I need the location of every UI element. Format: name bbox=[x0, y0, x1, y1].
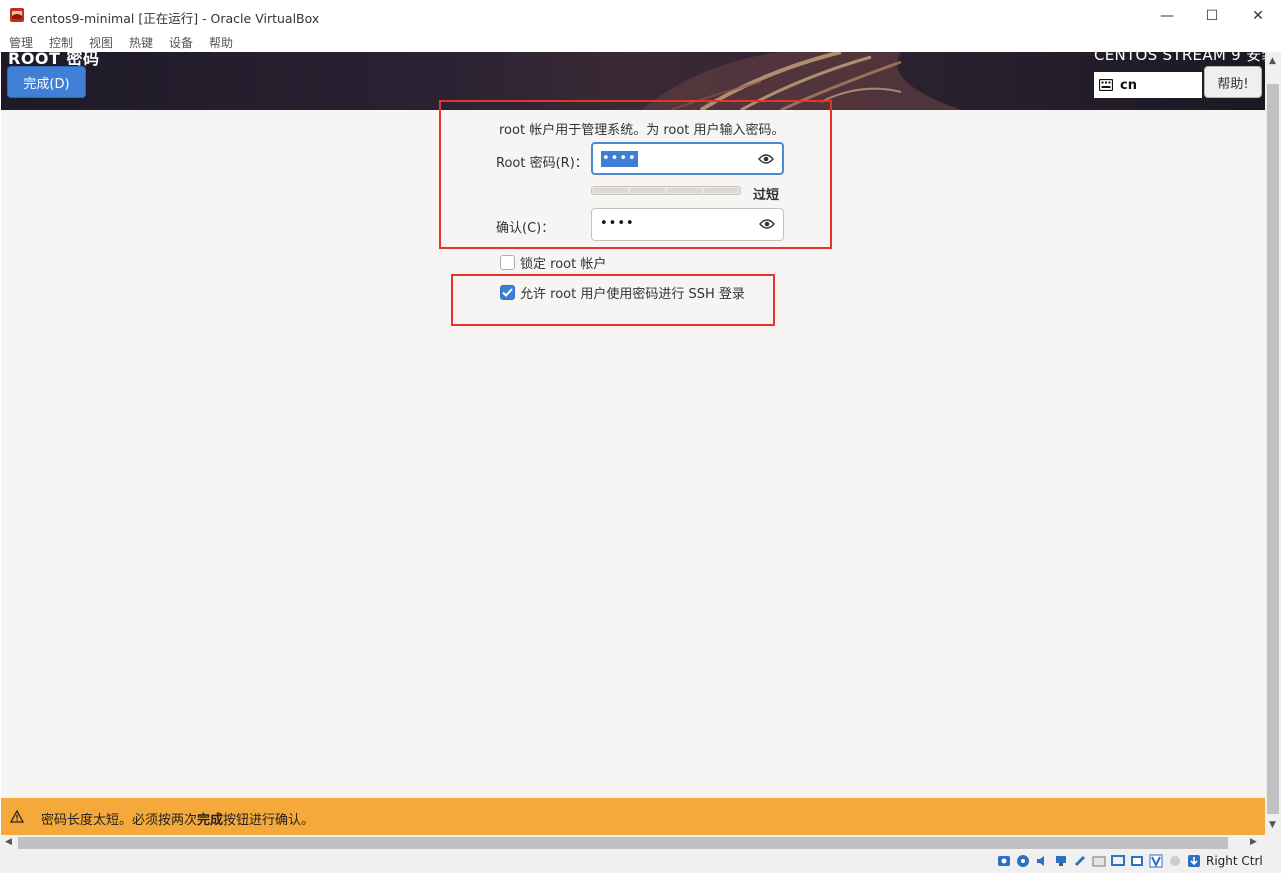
mouse-integration-icon[interactable] bbox=[1168, 854, 1182, 868]
menu-item-view[interactable]: 视图 bbox=[89, 34, 113, 51]
done-button[interactable]: 完成(D) bbox=[7, 66, 86, 98]
warning-text-bold: 完成 bbox=[197, 813, 224, 828]
help-button[interactable]: 帮助! bbox=[1204, 66, 1262, 98]
menu-item-control[interactable]: 控制 bbox=[49, 34, 73, 51]
guest-screen[interactable]: ROOT 密码 完成(D) CENTOS STREAM 9 安装 cn 帮助! … bbox=[1, 52, 1265, 835]
warning-bar: 密码长度太短。必须按两次完成按钮进行确认。 bbox=[1, 798, 1265, 835]
menu-item-help[interactable]: 帮助 bbox=[209, 34, 233, 51]
close-button[interactable]: ✕ bbox=[1235, 0, 1281, 31]
window-title: centos9-minimal [正在运行] - Oracle VirtualB… bbox=[30, 11, 320, 26]
product-title: CENTOS STREAM 9 安装 bbox=[1094, 52, 1265, 64]
scroll-right-arrow-icon[interactable]: ▶ bbox=[1250, 837, 1257, 847]
annotation-box-password bbox=[439, 100, 832, 249]
lock-root-row[interactable]: 锁定 root 帐户 bbox=[500, 253, 606, 272]
scroll-up-arrow-icon[interactable]: ▲ bbox=[1269, 56, 1276, 66]
shared-folder-icon[interactable] bbox=[1092, 854, 1106, 868]
audio-icon[interactable] bbox=[1035, 854, 1049, 868]
horizontal-scroll-thumb[interactable] bbox=[18, 837, 1228, 849]
keyboard-layout-indicator[interactable]: cn bbox=[1094, 72, 1202, 98]
keyboard-icon bbox=[1099, 79, 1113, 91]
display-icon[interactable] bbox=[1111, 854, 1125, 868]
menu-item-hotkey[interactable]: 热键 bbox=[129, 34, 153, 51]
optical-drive-icon[interactable] bbox=[1016, 854, 1030, 868]
vertical-scrollbar[interactable]: ▲ ▼ bbox=[1265, 52, 1281, 835]
harddisk-icon[interactable] bbox=[997, 854, 1011, 868]
horizontal-scrollbar[interactable]: ◀ ▶ bbox=[0, 835, 1281, 851]
maximize-button[interactable]: ☐ bbox=[1189, 0, 1235, 31]
keyboard-capture-icon[interactable] bbox=[1187, 854, 1201, 868]
usb-icon[interactable] bbox=[1073, 854, 1087, 868]
warning-text: 密码长度太短。必须按两次完成按钮进行确认。 bbox=[41, 813, 315, 828]
vm-status-bar: Right Ctrl bbox=[0, 851, 1281, 873]
menu-item-manage[interactable]: 管理 bbox=[9, 34, 33, 51]
virtualbox-app-icon bbox=[10, 8, 24, 22]
scroll-left-arrow-icon[interactable]: ◀ bbox=[5, 837, 12, 847]
lock-root-checkbox[interactable] bbox=[500, 255, 515, 270]
annotation-box-ssh bbox=[451, 274, 775, 326]
vt-x-icon[interactable] bbox=[1149, 854, 1163, 868]
host-key-label: Right Ctrl bbox=[1206, 854, 1263, 868]
recording-icon[interactable] bbox=[1130, 854, 1144, 868]
minimize-button[interactable]: — bbox=[1144, 0, 1190, 31]
vertical-scroll-thumb[interactable] bbox=[1267, 84, 1279, 814]
menu-bar: 管理 控制 视图 热键 设备 帮助 bbox=[0, 31, 1281, 52]
menu-item-devices[interactable]: 设备 bbox=[169, 34, 193, 51]
warning-icon bbox=[10, 810, 24, 823]
window-titlebar: centos9-minimal [正在运行] - Oracle VirtualB… bbox=[0, 0, 1281, 31]
scroll-down-arrow-icon[interactable]: ▼ bbox=[1269, 820, 1276, 830]
keyboard-layout-text: cn bbox=[1120, 77, 1137, 93]
lock-root-label: 锁定 root 帐户 bbox=[520, 257, 607, 272]
network-icon[interactable] bbox=[1054, 854, 1068, 868]
